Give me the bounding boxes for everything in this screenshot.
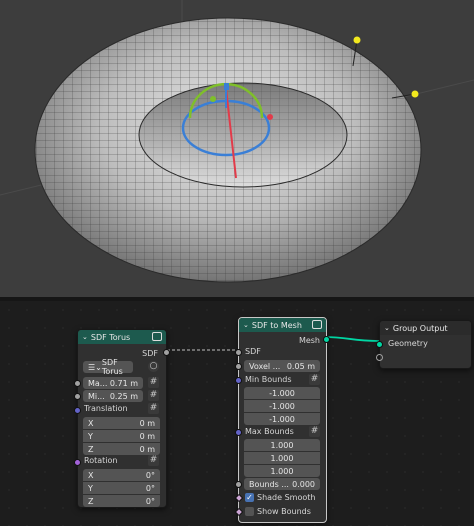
hash-icon[interactable]: # [309, 374, 320, 385]
rotation-y-value: 0° [145, 483, 155, 493]
minor-radius-value: 0.25 m [109, 391, 138, 401]
major-radius-label: Ma... [88, 378, 108, 388]
hash-icon[interactable]: # [148, 390, 159, 401]
translation-socket[interactable] [74, 407, 81, 414]
major-radius-value: 0.71 m [109, 378, 138, 388]
node-group-icon [312, 320, 322, 329]
show-bounds-checkbox[interactable] [245, 507, 254, 516]
empty-input-socket[interactable] [376, 354, 383, 361]
mesh-output-row: Mesh [299, 334, 320, 346]
hash-icon[interactable]: # [309, 426, 320, 437]
sdf-input-label: SDF [245, 347, 261, 356]
bounds-socket[interactable] [235, 481, 242, 488]
mesh-output-label: Mesh [298, 335, 320, 345]
show-bounds-label: Show Bounds [257, 507, 311, 516]
sdf-torus-node[interactable]: ⌄ SDF Torus SDF ☰⌄ SDF Torus ○ Ma... 0.7… [74, 329, 170, 508]
rotation-label: Rotation [84, 456, 118, 465]
sdf-to-mesh-node[interactable]: ⌄ SDF to Mesh Mesh SDF Voxel ... 0.05 m … [234, 317, 330, 523]
node-editor[interactable]: ⌄ SDF Torus SDF ☰⌄ SDF Torus ○ Ma... 0.7… [0, 301, 474, 526]
minor-radius-socket[interactable] [74, 393, 81, 400]
shade-smooth-label: Shade Smooth [257, 493, 316, 502]
sdf-torus-title: SDF Torus [90, 332, 131, 342]
voxel-size-field[interactable]: Voxel ... 0.05 m [244, 360, 320, 372]
mesh-output-socket[interactable] [323, 336, 330, 343]
translation-y-value: 0 m [139, 431, 155, 441]
sdf-output-label: SDF [142, 348, 158, 358]
sdf-type-icon: ☰⌄ [88, 362, 102, 372]
shade-smooth-checkbox[interactable]: ✓ [245, 493, 254, 502]
hash-icon[interactable]: # [148, 455, 159, 466]
type-select-value: SDF Torus [101, 358, 123, 376]
voxel-size-value: 0.05 m [286, 361, 315, 371]
sdf-output-socket[interactable] [163, 349, 170, 356]
3d-viewport[interactable] [0, 0, 474, 297]
group-output-header[interactable]: ⌄ Group Output [380, 321, 471, 335]
rotation-y-field[interactable]: Y 0° [83, 482, 160, 494]
sdf-input-socket[interactable] [235, 349, 242, 356]
translation-y-axis: Y [88, 431, 93, 441]
hash-icon[interactable]: # [148, 403, 159, 414]
translation-z-value: 0 m [139, 444, 155, 454]
minor-radius-field[interactable]: Mi... 0.25 m [83, 390, 143, 402]
voxel-size-label: Voxel ... [249, 361, 281, 371]
translation-x-value: 0 m [139, 418, 155, 428]
minor-radius-label: Mi... [88, 391, 105, 401]
translation-z-field[interactable]: Z 0 m [83, 443, 160, 455]
major-radius-socket[interactable] [74, 380, 81, 387]
group-output-node[interactable]: ⌄ Group Output Geometry [376, 320, 472, 369]
major-radius-field[interactable]: Ma... 0.71 m [83, 377, 143, 389]
min-bounds-z-value: -1.000 [269, 414, 295, 424]
voxel-size-socket[interactable] [235, 363, 242, 370]
max-bounds-y-value: 1.000 [270, 453, 294, 463]
node-group-icon [152, 332, 162, 341]
translation-x-axis: X [88, 418, 94, 428]
max-bounds-x-field[interactable]: 1.000 [244, 439, 320, 451]
rotation-socket[interactable] [74, 459, 81, 466]
geometry-input-socket[interactable] [376, 341, 383, 348]
rotation-z-field[interactable]: Z 0° [83, 495, 160, 507]
bounds-field[interactable]: Bounds ... 0.000 [244, 478, 320, 490]
min-bounds-z-field[interactable]: -1.000 [244, 413, 320, 425]
sdf-output-row: SDF [142, 347, 158, 359]
max-bounds-y-field[interactable]: 1.000 [244, 452, 320, 464]
min-bounds-y-field[interactable]: -1.000 [244, 400, 320, 412]
group-output-title: Group Output [392, 323, 448, 333]
translation-label: Translation [84, 404, 128, 413]
min-bounds-label: Min Bounds [245, 375, 292, 384]
max-bounds-z-value: 1.000 [270, 466, 294, 476]
sdf-to-mesh-title: SDF to Mesh [251, 320, 302, 330]
sdf-to-mesh-header[interactable]: ⌄ SDF to Mesh [239, 318, 326, 332]
rotation-x-field[interactable]: X 0° [83, 469, 160, 481]
max-bounds-socket[interactable] [235, 429, 242, 436]
geometry-link[interactable] [322, 336, 380, 342]
collapse-chevron-icon[interactable]: ⌄ [243, 321, 249, 329]
rotation-z-axis: Z [88, 496, 94, 506]
bounds-value: 0.000 [292, 479, 315, 489]
geometry-input-label: Geometry [388, 339, 428, 348]
translation-z-axis: Z [88, 444, 94, 454]
rotation-x-axis: X [88, 470, 94, 480]
collapse-chevron-icon[interactable]: ⌄ [384, 324, 390, 332]
type-select-dropdown[interactable]: ☰⌄ SDF Torus [83, 358, 133, 376]
sdf-torus-header[interactable]: ⌄ SDF Torus [78, 330, 166, 344]
collapse-chevron-icon[interactable]: ⌄ [82, 333, 88, 341]
rotation-x-value: 0° [145, 470, 155, 480]
max-bounds-z-field[interactable]: 1.000 [244, 465, 320, 477]
min-bounds-socket[interactable] [235, 377, 242, 384]
bounds-label: Bounds ... [249, 479, 289, 489]
hash-icon[interactable]: # [148, 377, 159, 388]
max-bounds-x-value: 1.000 [270, 440, 294, 450]
min-bounds-y-value: -1.000 [269, 401, 295, 411]
max-bounds-label: Max Bounds [245, 427, 294, 436]
min-bounds-x-value: -1.000 [269, 388, 295, 398]
translation-x-field[interactable]: X 0 m [83, 417, 160, 429]
rotation-y-axis: Y [88, 483, 93, 493]
translation-y-field[interactable]: Y 0 m [83, 430, 160, 442]
rotation-z-value: 0° [145, 496, 155, 506]
viewport-scene [0, 0, 474, 283]
shield-icon[interactable]: ○ [148, 361, 159, 372]
min-bounds-x-field[interactable]: -1.000 [244, 387, 320, 399]
